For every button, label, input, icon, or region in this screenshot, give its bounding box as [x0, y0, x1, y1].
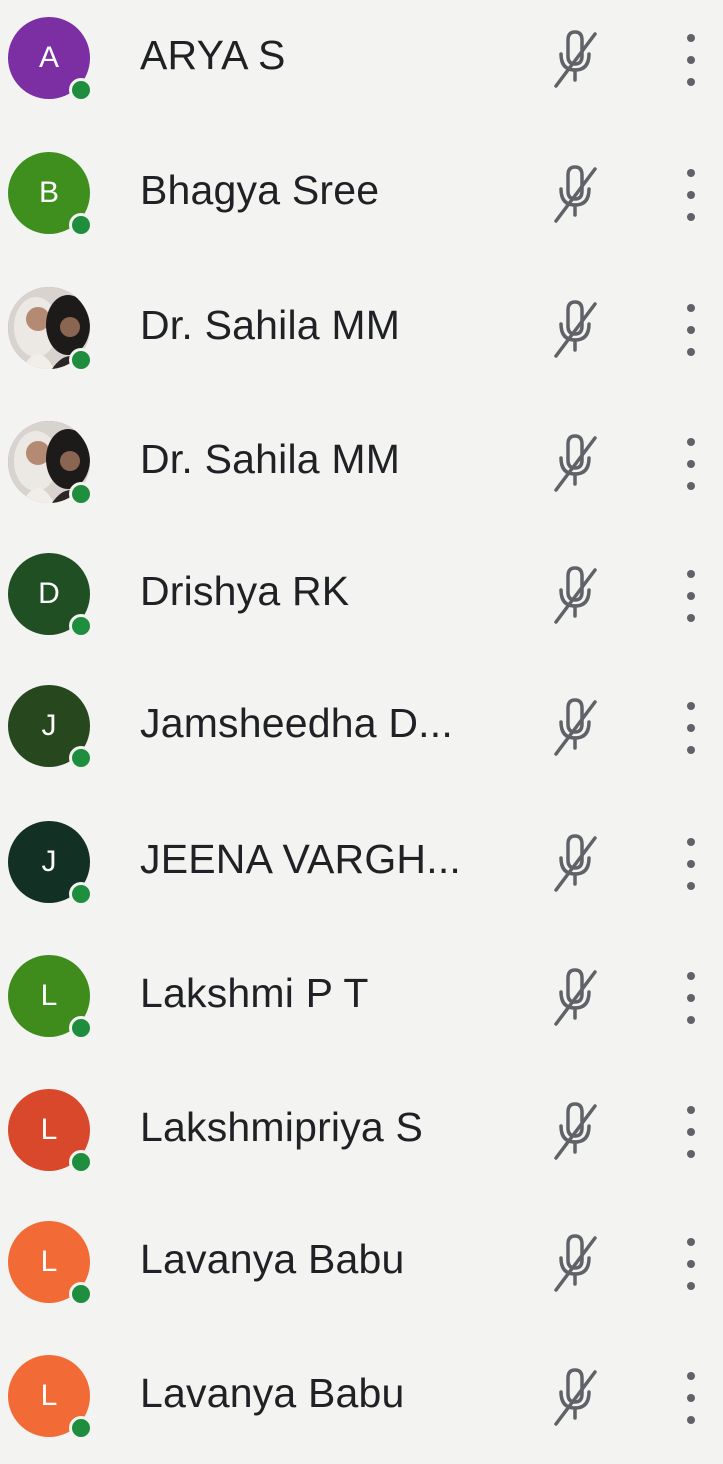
participant-row[interactable]: L Lakshmi P T — [0, 930, 723, 1064]
avatar-initial: D — [38, 577, 60, 610]
online-dot-icon — [69, 482, 93, 506]
participant-row[interactable]: Dr. Sahila MM — [0, 396, 723, 530]
mic-off-icon — [548, 1232, 602, 1294]
avatar: L — [8, 1089, 93, 1174]
more-vert-icon[interactable] — [676, 834, 706, 894]
online-dot-icon — [69, 1282, 93, 1306]
online-dot-icon — [69, 78, 93, 102]
participant-row[interactable]: L Lakshmipriya S — [0, 1064, 723, 1198]
mic-off-icon — [548, 832, 602, 894]
participant-name: Jamsheedha D... — [140, 700, 453, 746]
avatar: J — [8, 685, 93, 770]
online-dot-icon — [69, 1016, 93, 1040]
avatar-initial: J — [41, 709, 57, 742]
more-vert-icon[interactable] — [676, 434, 706, 494]
online-dot-icon — [69, 614, 93, 638]
more-vert-icon[interactable] — [676, 1368, 706, 1428]
more-vert-icon[interactable] — [676, 300, 706, 360]
mic-off-icon — [548, 966, 602, 1028]
more-vert-icon[interactable] — [676, 165, 706, 225]
more-vert-icon[interactable] — [676, 1102, 706, 1162]
mic-off-icon — [548, 163, 602, 225]
more-vert-icon[interactable] — [676, 698, 706, 758]
participant-row[interactable]: L Lavanya Babu — [0, 1196, 723, 1330]
mic-off-icon — [548, 28, 602, 90]
participant-name: Lakshmi P T — [140, 970, 369, 1016]
participant-row[interactable]: J Jamsheedha D... — [0, 660, 723, 794]
mic-off-icon — [548, 564, 602, 626]
avatar: D — [8, 553, 93, 638]
avatar: L — [8, 955, 93, 1040]
participant-name: Dr. Sahila MM — [140, 436, 401, 482]
participant-name: Lakshmipriya S — [140, 1104, 424, 1150]
online-dot-icon — [69, 1150, 93, 1174]
mic-off-icon — [548, 298, 602, 360]
avatar: J — [8, 821, 93, 906]
avatar-initial: A — [38, 41, 59, 74]
avatar: L — [8, 1355, 93, 1440]
avatar-initial: B — [38, 176, 59, 209]
avatar — [8, 421, 93, 506]
mic-off-icon — [548, 432, 602, 494]
mic-off-icon — [548, 1100, 602, 1162]
avatar: L — [8, 1221, 93, 1306]
participant-row[interactable]: Dr. Sahila MM — [0, 262, 723, 396]
participant-row[interactable]: L Lavanya Babu — [0, 1330, 723, 1464]
avatar — [8, 287, 93, 372]
avatar-initial: J — [41, 845, 57, 878]
participant-name: Drishya RK — [140, 568, 350, 614]
online-dot-icon — [69, 1416, 93, 1440]
participant-row[interactable]: D Drishya RK — [0, 528, 723, 662]
more-vert-icon[interactable] — [676, 566, 706, 626]
avatar-initial: L — [40, 1113, 58, 1146]
avatar-initial: L — [40, 1379, 58, 1412]
participant-name: Lavanya Babu — [140, 1370, 405, 1416]
mic-off-icon — [548, 1366, 602, 1428]
participant-name: ARYA S — [140, 32, 286, 78]
participant-name: JEENA VARGH... — [140, 836, 462, 882]
more-vert-icon[interactable] — [676, 30, 706, 90]
avatar: A — [8, 17, 93, 102]
participant-row[interactable]: B Bhagya Sree — [0, 127, 723, 261]
avatar-initial: L — [40, 1245, 58, 1278]
more-vert-icon[interactable] — [676, 968, 706, 1028]
more-vert-icon[interactable] — [676, 1234, 706, 1294]
mic-off-icon — [548, 696, 602, 758]
participant-name: Lavanya Babu — [140, 1236, 405, 1282]
participant-name: Bhagya Sree — [140, 167, 380, 213]
online-dot-icon — [69, 746, 93, 770]
participant-name: Dr. Sahila MM — [140, 302, 401, 348]
online-dot-icon — [69, 348, 93, 372]
online-dot-icon — [69, 882, 93, 906]
online-dot-icon — [69, 213, 93, 237]
avatar: B — [8, 152, 93, 237]
participant-list: A ARYA S B Bhagya Sree Dr. Sahila MM Dr. Sahi… — [0, 0, 723, 1450]
avatar-initial: L — [40, 979, 58, 1012]
participant-row[interactable]: A ARYA S — [0, 0, 723, 126]
participant-row[interactable]: J JEENA VARGH... — [0, 796, 723, 930]
